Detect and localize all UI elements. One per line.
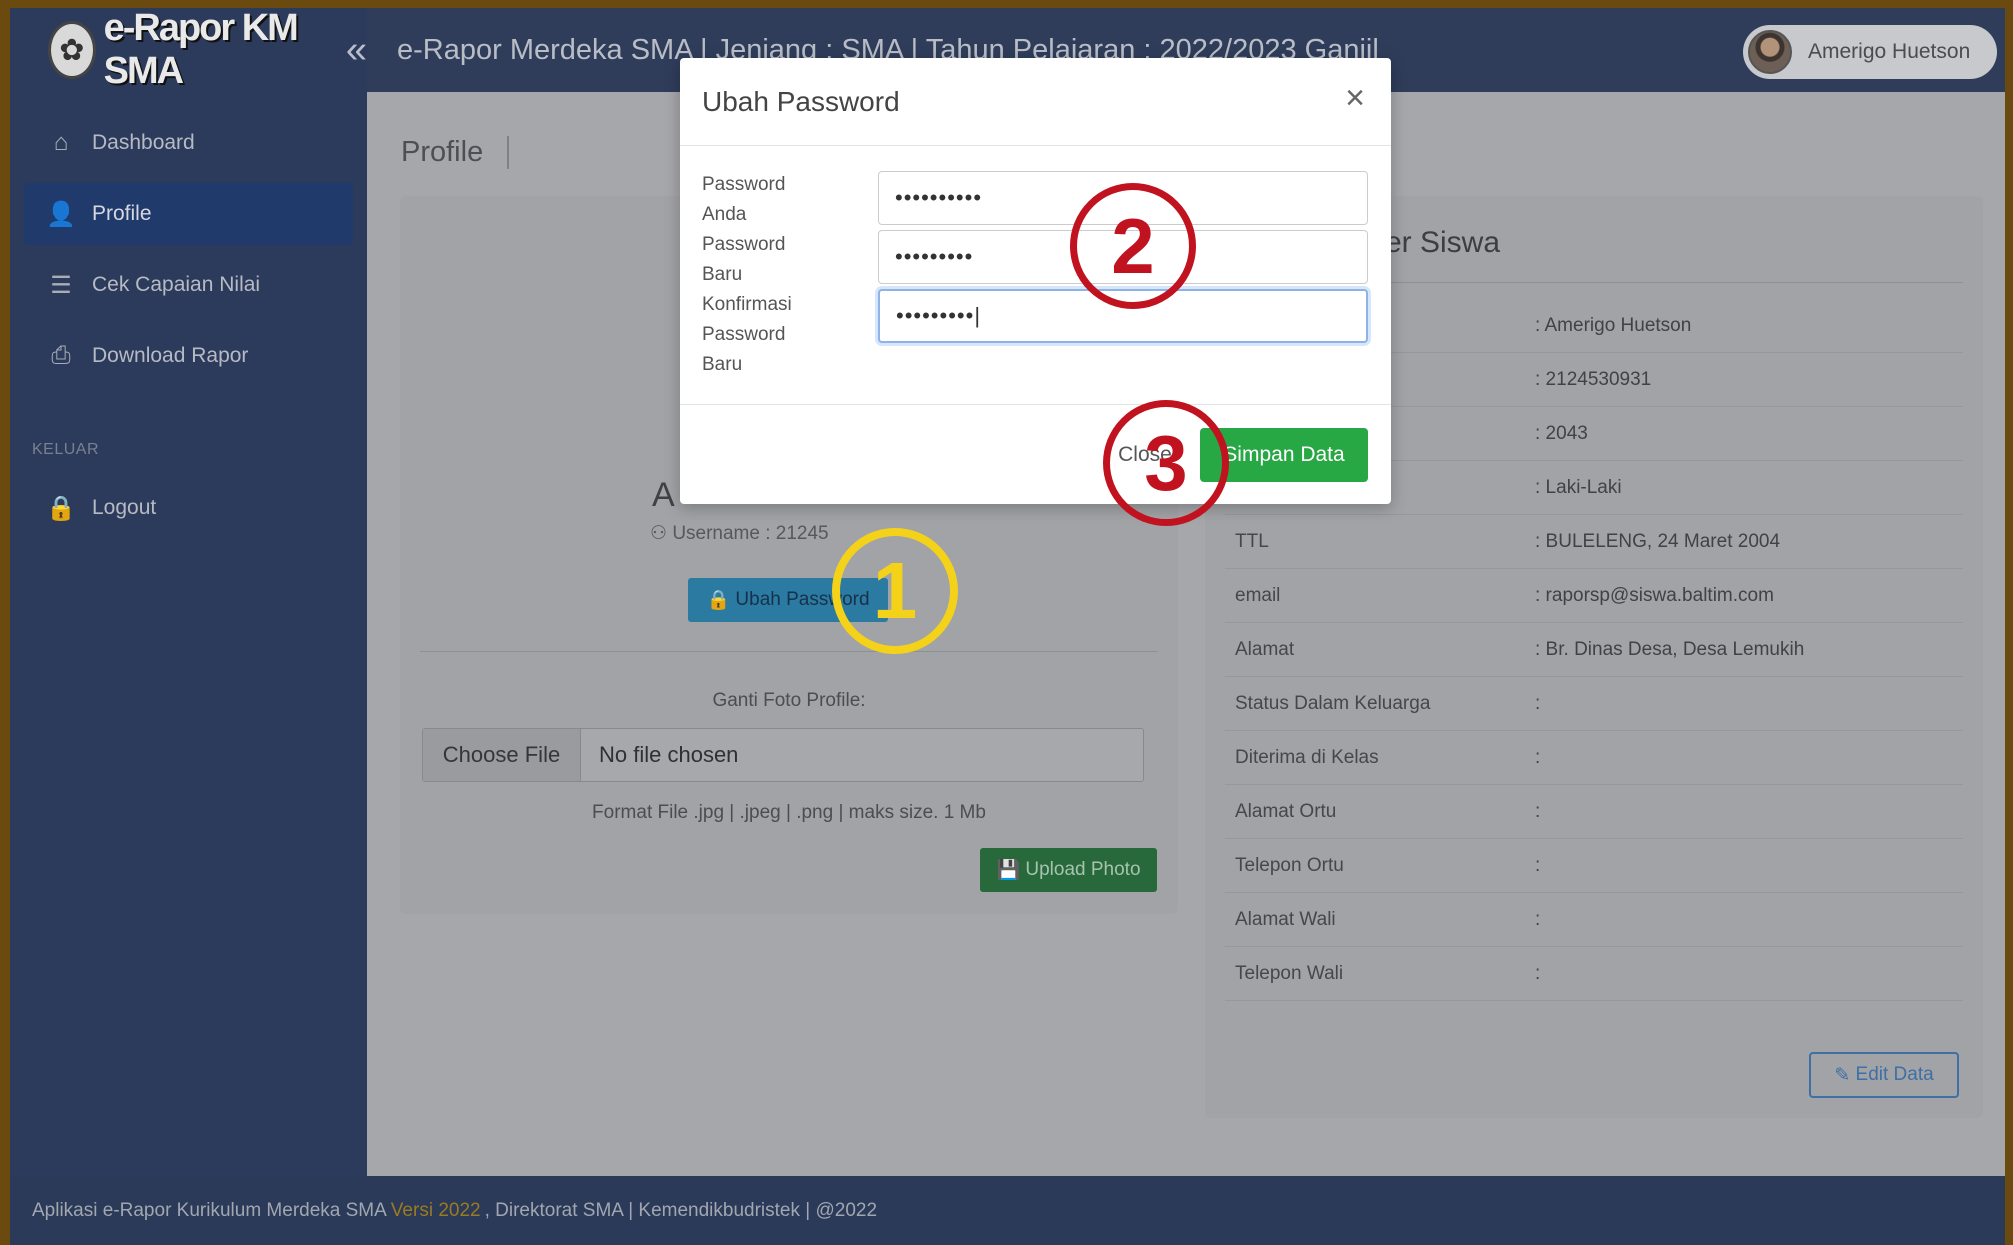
sidebar-item-profile[interactable]: 👤 Profile	[24, 183, 353, 245]
info-value: : 2043	[1535, 422, 1588, 444]
sidebar-item-dashboard[interactable]: ⌂ Dashboard	[24, 112, 353, 174]
user-icon: ⚇	[650, 523, 673, 544]
info-label: Telepon Ortu	[1235, 854, 1344, 876]
footer-text-2: , Direktorat SMA | Kemendikbudristek | @…	[484, 1199, 878, 1221]
info-label: Alamat Wali	[1235, 908, 1336, 930]
format-hint: Format File .jpg | .jpeg | .png | maks s…	[592, 802, 986, 823]
ganti-foto-label: Ganti Foto Profile:	[712, 690, 866, 711]
sidebar-item-cek-capaian-nilai[interactable]: ☰ Cek Capaian Nilai	[24, 254, 353, 316]
sidebar-item-download-rapor[interactable]: ⎙ Download Rapor	[24, 325, 353, 387]
info-label: TTL	[1235, 530, 1269, 552]
step-1-marker: 1	[832, 528, 958, 654]
upload-photo-button[interactable]: 💾 Upload Photo	[980, 848, 1157, 892]
info-value: : Br. Dinas Desa, Desa Lemukih	[1535, 638, 1805, 660]
info-row: Diterima di Kelas:	[1225, 731, 1963, 785]
collapse-sidebar-icon[interactable]: «	[346, 29, 367, 72]
ubah-password-modal: Ubah Password × Password Anda Password B…	[680, 58, 1391, 504]
user-check-icon: 👤	[46, 200, 76, 228]
info-value: :	[1535, 692, 1541, 714]
password-baru-label: Password Baru	[702, 234, 786, 285]
choose-file-button[interactable]: Choose File	[423, 729, 581, 781]
lock-icon: 🔒	[46, 494, 76, 522]
password-anda-label: Password Anda	[702, 174, 786, 225]
info-label: Status Dalam Keluarga	[1235, 692, 1431, 714]
photo-file-input[interactable]: Choose File No file chosen	[422, 728, 1144, 782]
info-row: Alamat Wali:	[1225, 893, 1963, 947]
sidebar-item-label: Profile	[92, 202, 152, 225]
info-row: TTL : BULELENG, 24 Maret 2004	[1225, 515, 1963, 569]
info-value: :	[1535, 800, 1541, 822]
sidebar-item-label: Download Rapor	[92, 344, 249, 367]
info-value: :	[1535, 908, 1541, 930]
footer-text: Aplikasi e-Rapor Kurikulum Merdeka SMA	[32, 1199, 387, 1221]
close-icon[interactable]: ×	[1337, 79, 1373, 117]
profile-name: A	[652, 476, 675, 514]
edit-data-button[interactable]: ✎ Edit Data	[1809, 1052, 1959, 1098]
info-label: email	[1235, 584, 1281, 606]
info-value: :	[1535, 746, 1541, 768]
info-label: Telepon Wali	[1235, 962, 1344, 984]
document-list-icon: ☰	[50, 271, 72, 299]
printer-icon: ⎙	[51, 342, 71, 369]
sidebar-nav: ⌂ Dashboard 👤 Profile ☰ Cek Capaian Nila…	[10, 112, 367, 539]
home-icon: ⌂	[53, 129, 69, 156]
info-value: : raporsp@siswa.baltim.com	[1535, 584, 1774, 606]
info-row: Telepon Ortu:	[1225, 839, 1963, 893]
footer: Aplikasi e-Rapor Kurikulum Merdeka SMA V…	[10, 1176, 2005, 1245]
divider	[680, 404, 1391, 405]
modal-title: Ubah Password	[702, 85, 900, 117]
brand: ✿ e-Rapor KM SMA «	[10, 8, 367, 92]
info-value: : Amerigo Huetson	[1535, 314, 1692, 336]
sidebar: ✿ e-Rapor KM SMA « ⌂ Dashboard 👤 Profile…	[10, 8, 367, 1176]
avatar	[1748, 30, 1792, 74]
info-row: Telepon Wali:	[1225, 947, 1963, 1001]
user-name: Amerigo Huetson	[1808, 40, 1971, 63]
file-status: No file chosen	[599, 742, 739, 767]
step-2-marker: 2	[1070, 183, 1196, 309]
modal-header: Ubah Password ×	[680, 58, 1391, 146]
info-value: : BULELENG, 24 Maret 2004	[1535, 530, 1781, 552]
sidebar-item-label: Dashboard	[92, 131, 195, 154]
info-row: email : raporsp@siswa.baltim.com	[1225, 569, 1963, 623]
app-window: ✿ e-Rapor KM SMA « ⌂ Dashboard 👤 Profile…	[10, 8, 2005, 1245]
info-label: Alamat	[1235, 638, 1295, 660]
info-value: : 2124530931	[1535, 368, 1652, 390]
sidebar-item-label: Cek Capaian Nilai	[92, 273, 261, 296]
pencil-icon: ✎	[1834, 1064, 1856, 1086]
info-value: :	[1535, 962, 1541, 984]
step-3-marker: 3	[1103, 400, 1229, 526]
sidebar-section-keluar: KELUAR	[32, 441, 100, 458]
user-menu[interactable]: Amerigo Huetson	[1743, 25, 1997, 79]
info-label: Diterima di Kelas	[1235, 746, 1379, 768]
divider	[420, 651, 1158, 652]
username-text: ⚇ Username : 21245	[650, 523, 829, 544]
info-value: : Laki-Laki	[1535, 476, 1622, 498]
footer-version: Versi 2022	[390, 1199, 481, 1221]
brand-name: e-Rapor KM SMA	[103, 8, 299, 92]
konfirmasi-password-label: Konfirmasi Password Baru	[702, 294, 792, 375]
info-value: :	[1535, 854, 1541, 876]
page-title: Profile	[401, 136, 510, 169]
info-label: Alamat Ortu	[1235, 800, 1337, 822]
info-row: Alamat Ortu:	[1225, 785, 1963, 839]
lock-icon: 🔒	[706, 590, 736, 611]
logo-icon: ✿	[48, 21, 96, 79]
save-icon: 💾	[996, 860, 1026, 881]
info-row: Status Dalam Keluarga:	[1225, 677, 1963, 731]
sidebar-item-logout[interactable]: 🔒 Logout	[24, 477, 353, 539]
sidebar-item-label: Logout	[92, 496, 157, 519]
info-row: Alamat : Br. Dinas Desa, Desa Lemukih	[1225, 623, 1963, 677]
